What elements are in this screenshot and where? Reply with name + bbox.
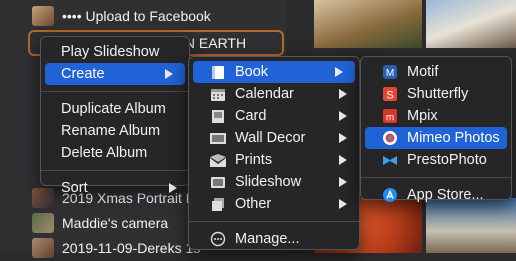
svg-text:M: M [386, 68, 394, 79]
prints-item[interactable]: Prints [189, 149, 359, 171]
album-thumbnail [32, 238, 54, 258]
slideshow-item[interactable]: Slideshow [189, 171, 359, 193]
menu-item-label: Rename Album [61, 123, 161, 139]
menu-item-label: Sort [61, 180, 88, 196]
submenu-arrow-icon [339, 199, 347, 209]
delete-album-item[interactable]: Delete Album [41, 142, 189, 164]
shutterfly-item[interactable]: S Shutterfly [361, 83, 511, 105]
submenu-arrow-icon [339, 111, 347, 121]
menu-item-label: Create [61, 66, 105, 82]
mpix-icon: m [381, 108, 399, 124]
menu-item-label: Calendar [235, 86, 294, 102]
wall-decor-icon [209, 130, 227, 146]
svg-text:S: S [386, 90, 393, 102]
calendar-icon [209, 86, 227, 102]
rename-album-item[interactable]: Rename Album [41, 120, 189, 142]
duplicate-album-item[interactable]: Duplicate Album [41, 98, 189, 120]
album-thumbnail [32, 213, 54, 233]
card-item[interactable]: Card [189, 105, 359, 127]
menu-item-label: Slideshow [235, 174, 302, 190]
submenu-arrow-icon [339, 89, 347, 99]
create-item[interactable]: Create [45, 63, 185, 85]
ellipsis-circle-icon [209, 231, 227, 247]
mimeo-icon [381, 130, 399, 146]
menu-item-label: Delete Album [61, 145, 148, 161]
menu-item-label: Shutterfly [407, 86, 469, 102]
album-thumbnail [32, 6, 54, 26]
menu-item-label: Wall Decor [235, 130, 306, 146]
slideshow-icon [209, 174, 227, 190]
prestophoto-icon [381, 152, 399, 168]
menu-item-label: Play Slideshow [61, 44, 160, 60]
menu-item-label: Card [235, 108, 267, 124]
sidebar-item-upload-facebook[interactable]: •••• Upload to Facebook [0, 3, 286, 29]
submenu-arrow-icon [339, 155, 347, 165]
menu-item-label: Prints [235, 152, 273, 168]
menu-separator [189, 221, 359, 222]
app-store-item[interactable]: App Store... [361, 184, 511, 206]
submenu-arrow-icon [339, 177, 347, 187]
book-submenu: M Motif S Shutterfly m Mpix Mimeo Photos… [360, 56, 512, 203]
submenu-arrow-icon [165, 69, 173, 79]
menu-item-label: Mpix [407, 108, 438, 124]
submenu-arrow-icon [335, 67, 343, 77]
book-icon [209, 64, 227, 80]
photo-thumbnail[interactable] [426, 198, 516, 253]
other-item[interactable]: Other [189, 193, 359, 215]
sort-item[interactable]: Sort [41, 177, 189, 199]
submenu-arrow-icon [339, 133, 347, 143]
photo-thumbnail[interactable] [314, 0, 422, 48]
wall-decor-item[interactable]: Wall Decor [189, 127, 359, 149]
shutterfly-icon: S [381, 86, 399, 102]
create-submenu: Book Calendar Card Wall Decor Prints Sli… [188, 56, 360, 250]
menu-item-label: App Store... [407, 187, 484, 203]
mpix-item[interactable]: m Mpix [361, 105, 511, 127]
card-icon [209, 108, 227, 124]
play-slideshow-item[interactable]: Play Slideshow [41, 41, 189, 63]
menu-item-label: Manage... [235, 231, 300, 247]
menu-item-label: Duplicate Album [61, 101, 166, 117]
album-context-menu: Play Slideshow Create Duplicate Album Re… [40, 36, 190, 196]
motif-item[interactable]: M Motif [361, 61, 511, 83]
sidebar-item-label: •••• Upload to Facebook [62, 8, 211, 24]
menu-item-label: Other [235, 196, 272, 212]
app-store-icon [381, 187, 399, 203]
submenu-arrow-icon [169, 183, 177, 193]
sidebar-item-label: 2019-11-09-Dereks 1s [62, 240, 201, 256]
prestophoto-item[interactable]: PrestoPhoto [361, 149, 511, 171]
other-icon [209, 196, 227, 212]
book-item[interactable]: Book [193, 61, 355, 83]
menu-item-label: Mimeo Photos [407, 130, 500, 146]
menu-item-label: Motif [407, 64, 439, 80]
motif-icon: M [381, 64, 399, 80]
menu-separator [41, 170, 189, 171]
menu-item-label: Book [235, 64, 269, 80]
prints-icon [209, 152, 227, 168]
sidebar-item-label: Maddie's camera [62, 215, 169, 231]
photo-thumbnail[interactable] [426, 0, 516, 48]
mimeo-photos-item[interactable]: Mimeo Photos [365, 127, 507, 149]
svg-text:m: m [386, 113, 394, 124]
calendar-item[interactable]: Calendar [189, 83, 359, 105]
menu-separator [361, 177, 511, 178]
menu-item-label: PrestoPhoto [407, 152, 487, 168]
manage-item[interactable]: Manage... [189, 228, 359, 250]
menu-separator [41, 91, 189, 92]
